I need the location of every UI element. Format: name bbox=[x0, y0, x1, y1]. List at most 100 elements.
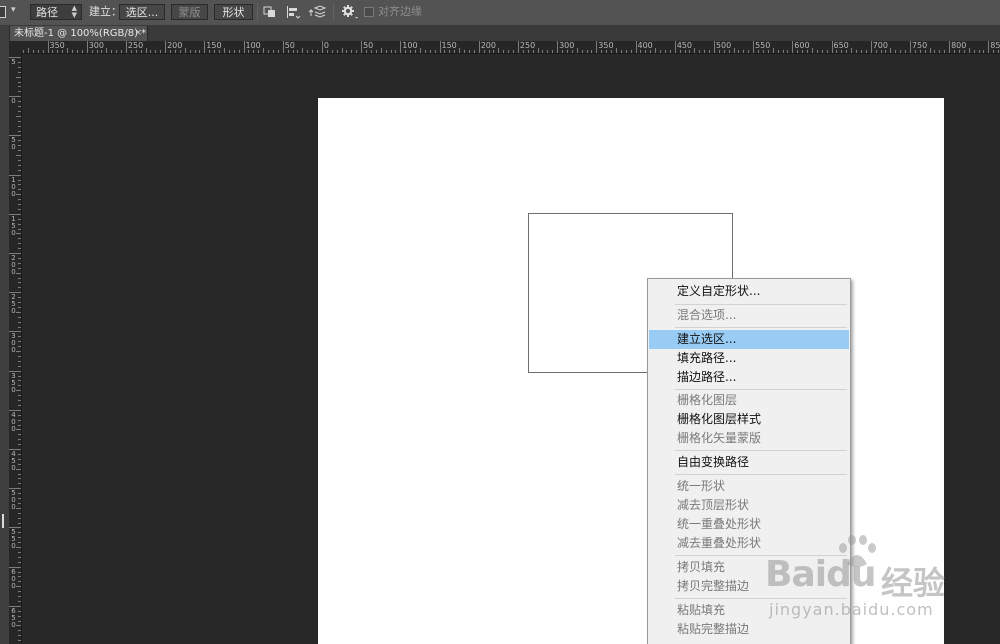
path-arrangement-icon[interactable] bbox=[309, 4, 327, 20]
menu-item-fill-path[interactable]: 填充路径... bbox=[649, 349, 849, 368]
menu-item-blending-options[interactable]: 混合选项... bbox=[649, 306, 849, 325]
menu-item-stroke-path[interactable]: 描边路径... bbox=[649, 368, 849, 387]
path-alignment-icon[interactable] bbox=[285, 4, 301, 20]
ruler-tick bbox=[522, 50, 524, 53]
ruler-tick bbox=[18, 483, 21, 485]
separator bbox=[257, 3, 258, 21]
ruler-tick bbox=[67, 48, 69, 53]
ruler-tick bbox=[101, 50, 103, 53]
menu-item-free-transform-path[interactable]: 自由变换路径 bbox=[649, 453, 849, 472]
ruler-label: 250 bbox=[127, 41, 144, 50]
ruler-tick bbox=[27, 48, 29, 53]
ruler-tick bbox=[18, 532, 21, 534]
ruler-tick bbox=[478, 41, 480, 53]
ruler-tick bbox=[18, 463, 21, 465]
vertical-ruler[interactable]: 5 0 50 100 150 200 250 300 350 400 450 500 550 600 650 bbox=[9, 53, 22, 644]
ruler-tick bbox=[493, 50, 495, 53]
gear-icon[interactable] bbox=[341, 4, 358, 20]
ruler-label: 50 bbox=[363, 41, 374, 50]
ruler-tick bbox=[209, 50, 211, 53]
menu-separator bbox=[675, 555, 847, 556]
close-icon[interactable]: × bbox=[134, 26, 142, 41]
ruler-tick bbox=[18, 125, 21, 127]
ruler-tick bbox=[704, 50, 706, 53]
chevron-down-icon[interactable]: ▾ bbox=[11, 5, 16, 21]
ruler-tick bbox=[18, 571, 21, 573]
ruler-tick bbox=[895, 50, 897, 53]
align-edges-checkbox[interactable] bbox=[364, 7, 374, 17]
document-tab-bar: 未标题-1 @ 100%(RGB/8) * × bbox=[0, 26, 1000, 42]
ruler-tick bbox=[18, 184, 21, 186]
make-shape-button[interactable]: 形状 bbox=[214, 4, 253, 20]
ruler-tick bbox=[346, 50, 348, 53]
ruler-tick bbox=[488, 50, 490, 53]
ruler-label: 550 bbox=[755, 41, 771, 50]
menu-item-copy-complete-stroke[interactable]: 拷贝完整描边 bbox=[649, 577, 849, 596]
document-tab[interactable]: 未标题-1 @ 100%(RGB/8) * × bbox=[9, 26, 148, 41]
ruler-tick bbox=[439, 41, 441, 53]
ruler-tick bbox=[341, 48, 343, 53]
align-edges-label: 对齐边缘 bbox=[378, 5, 422, 18]
ruler-tick bbox=[18, 179, 21, 181]
tool-mode-select[interactable]: 路径 ▲ ▼ bbox=[30, 4, 82, 20]
ruler-tick bbox=[57, 50, 59, 53]
ruler-tick bbox=[963, 50, 965, 53]
ruler-tick bbox=[174, 50, 176, 53]
menu-item-make-selection[interactable]: 建立选区... bbox=[649, 330, 849, 349]
ruler-tick bbox=[351, 50, 353, 53]
ruler-tick bbox=[856, 50, 857, 53]
menu-item-intersect-shapes[interactable]: 统一重叠处形状 bbox=[649, 515, 849, 534]
ruler-tick bbox=[606, 50, 608, 53]
menu-item-exclude-overlapping-shapes[interactable]: 减去重叠处形状 bbox=[649, 534, 849, 553]
menu-item-rasterize-vector-mask[interactable]: 栅格化矢量蒙版 bbox=[649, 429, 849, 448]
menu-item-unite-shapes[interactable]: 统一形状 bbox=[649, 477, 849, 496]
ruler-tick bbox=[679, 50, 681, 53]
ruler-tick bbox=[18, 404, 21, 406]
ruler-tick bbox=[370, 50, 372, 53]
ruler-label: 400 bbox=[637, 41, 653, 50]
ruler-label: 50 bbox=[11, 136, 16, 152]
ruler-tick bbox=[390, 50, 392, 53]
ruler-tick bbox=[18, 262, 21, 264]
make-selection-button[interactable]: 选区... bbox=[119, 4, 165, 20]
menu-item-subtract-front-shape[interactable]: 减去顶层形状 bbox=[649, 496, 849, 515]
path-tool-preset-icon[interactable] bbox=[0, 6, 6, 18]
menu-item-rasterize-layer[interactable]: 栅格化图层 bbox=[649, 391, 849, 410]
ruler-tick bbox=[18, 248, 21, 250]
ruler-tick bbox=[718, 50, 720, 53]
ruler-tick bbox=[331, 50, 333, 53]
ruler-tick bbox=[18, 316, 21, 318]
ruler-tick bbox=[885, 50, 887, 53]
ruler-tick bbox=[429, 50, 431, 53]
ruler-tick bbox=[900, 50, 902, 53]
ruler-tick bbox=[640, 50, 642, 53]
ruler-label: 200 bbox=[167, 41, 183, 50]
ruler-label: 450 bbox=[676, 41, 692, 50]
ruler-tick bbox=[537, 48, 539, 53]
make-mask-button[interactable]: 蒙版 bbox=[171, 4, 208, 20]
ruler-label: 350 bbox=[598, 41, 614, 50]
menu-item-rasterize-layer-style[interactable]: 栅格化图层样式 bbox=[649, 410, 849, 429]
ruler-tick bbox=[18, 576, 21, 578]
ruler-tick bbox=[601, 50, 603, 53]
horizontal-ruler[interactable]: 350 300 250 200 150 100 50 0 50 100 150 200 250 300 35… bbox=[21, 41, 1000, 54]
ruler-tick bbox=[52, 50, 54, 53]
ruler-tick bbox=[571, 50, 573, 53]
ruler-tick bbox=[16, 155, 21, 156]
menu-item-paste-fill[interactable]: 粘贴填充 bbox=[649, 601, 849, 620]
ruler-tick bbox=[155, 50, 157, 53]
ruler-tick bbox=[18, 542, 21, 544]
menu-item-define-custom-shape[interactable]: 定义自定形状... bbox=[649, 282, 849, 301]
select-arrows-icon: ▲ ▼ bbox=[71, 4, 77, 19]
ruler-tick bbox=[336, 50, 338, 53]
menu-item-copy-fill[interactable]: 拷贝填充 bbox=[649, 558, 849, 577]
path-operations-icon[interactable] bbox=[262, 4, 278, 20]
ruler-tick bbox=[914, 50, 916, 53]
ruler-tick bbox=[689, 50, 691, 53]
ruler-tick bbox=[18, 228, 21, 230]
ruler-tick bbox=[150, 50, 152, 53]
ruler-label: 650 bbox=[833, 41, 849, 50]
ruler-tick bbox=[419, 48, 421, 53]
ruler-tick bbox=[179, 50, 181, 53]
menu-item-paste-complete-stroke[interactable]: 粘贴完整描边 bbox=[649, 620, 849, 639]
